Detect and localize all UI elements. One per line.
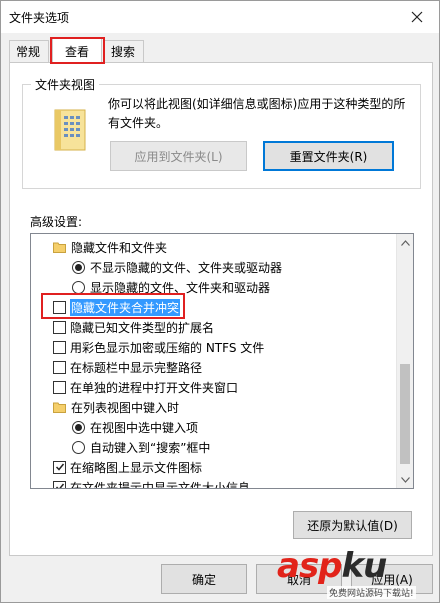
tree-item-label: 显示隐藏的文件、文件夹和驱动器: [90, 280, 271, 295]
radio-type-into-search[interactable]: 自动键入到“搜索”框中: [31, 437, 397, 457]
tab-view[interactable]: 查看: [52, 38, 102, 63]
apply-to-folders-button[interactable]: 应用到文件夹(L): [110, 141, 247, 171]
chevron-down-icon: [401, 476, 410, 483]
radio-button[interactable]: [72, 280, 85, 294]
radio-select-typed-item[interactable]: 在视图中选中键入项: [31, 417, 397, 437]
scrollbar-thumb[interactable]: [400, 364, 410, 464]
advanced-settings-list[interactable]: 隐藏文件和文件夹 不显示隐藏的文件、文件夹或驱动器 显示隐藏的文件、文件夹和驱动…: [30, 233, 414, 489]
tree-item-label: 在标题栏中显示完整路径: [70, 360, 203, 375]
checkbox-hide-folder-merge-conflicts[interactable]: 隐藏文件夹合并冲突: [31, 297, 397, 317]
checkbox[interactable]: [53, 460, 66, 474]
tree-item-label-selected: 隐藏文件夹合并冲突: [70, 298, 181, 316]
reset-folders-button[interactable]: 重置文件夹(R): [263, 141, 394, 171]
folder-views-legend: 文件夹视图: [31, 76, 100, 93]
watermark-subtitle: 免费网站源码下载站!: [327, 586, 416, 599]
chevron-up-icon: [401, 239, 410, 246]
scroll-down-arrow[interactable]: [397, 471, 413, 488]
vertical-scrollbar[interactable]: [396, 234, 413, 488]
close-icon: [411, 11, 423, 23]
tree-item-label: 用彩色显示加密或压缩的 NTFS 文件: [70, 340, 265, 355]
folder-options-dialog: 文件夹选项 常规 查看 搜索 文件夹视图 你可以将此视图(如详细信息或图标)应用…: [0, 0, 440, 603]
checkbox-hide-extensions[interactable]: 隐藏已知文件类型的扩展名: [31, 317, 397, 337]
tab-general-label: 常规: [16, 45, 41, 59]
checkbox[interactable]: [53, 380, 66, 394]
tab-general[interactable]: 常规: [9, 40, 49, 62]
tree-item-label: 在视图中选中键入项: [90, 420, 199, 435]
checkbox[interactable]: [53, 320, 66, 334]
radio-button[interactable]: [72, 260, 85, 274]
tab-search[interactable]: 搜索: [104, 40, 144, 62]
checkbox[interactable]: [53, 360, 66, 374]
close-button[interactable]: [397, 3, 437, 31]
tree-folder-list-view-typing: 在列表视图中键入时: [31, 397, 397, 417]
tree-item-label: 自动键入到“搜索”框中: [90, 440, 211, 455]
radio-show-hidden[interactable]: 显示隐藏的文件、文件夹和驱动器: [31, 277, 397, 297]
tab-search-label: 搜索: [111, 45, 136, 59]
folder-icon: [53, 402, 66, 413]
tab-view-label: 查看: [64, 44, 89, 59]
checkmark-icon: [55, 463, 64, 471]
folder-views-description: 你可以将此视图(如详细信息或图标)应用于这种类型的所有文件夹。: [108, 97, 406, 130]
radio-button[interactable]: [72, 420, 85, 434]
checkbox-color-ntfs[interactable]: 用彩色显示加密或压缩的 NTFS 文件: [31, 337, 397, 357]
folder-view-icon: [54, 109, 86, 151]
tree-item-label: 不显示隐藏的文件、文件夹或驱动器: [90, 260, 283, 275]
title-bar: 文件夹选项: [1, 1, 439, 33]
tree-item-label: 在单独的进程中打开文件夹窗口: [70, 380, 239, 395]
radio-button[interactable]: [72, 440, 85, 454]
watermark-brand: aspku: [277, 546, 387, 586]
tree-item-label: 隐藏文件和文件夹: [71, 240, 168, 255]
checkbox-full-path-title[interactable]: 在标题栏中显示完整路径: [31, 357, 397, 377]
tree-item-label: 隐藏已知文件类型的扩展名: [70, 320, 215, 335]
folder-icon: [53, 242, 66, 253]
tree-item-label: 在缩略图上显示文件图标: [70, 460, 203, 475]
tree-item-label: 在文件夹提示中显示文件大小信息: [70, 480, 251, 489]
checkmark-icon: [55, 483, 64, 488]
checkbox[interactable]: [53, 340, 66, 354]
ok-button[interactable]: 确定: [161, 564, 247, 594]
restore-defaults-button[interactable]: 还原为默认值(D): [293, 511, 412, 539]
checkbox[interactable]: [53, 480, 66, 488]
scroll-up-arrow[interactable]: [397, 234, 413, 251]
radio-dot: [75, 263, 82, 271]
checkbox-folder-tips-size[interactable]: 在文件夹提示中显示文件大小信息: [31, 477, 397, 489]
tree-folder-hidden-files: 隐藏文件和文件夹: [31, 237, 397, 257]
checkbox[interactable]: [53, 300, 66, 314]
radio-dot: [75, 423, 82, 431]
advanced-settings-label: 高级设置:: [30, 215, 83, 229]
checkbox-separate-process[interactable]: 在单独的进程中打开文件夹窗口: [31, 377, 397, 397]
tree-item-label: 在列表视图中键入时: [71, 400, 180, 415]
window-title: 文件夹选项: [9, 11, 70, 25]
watermark-logo: aspku 免费网站源码下载站!: [277, 546, 439, 603]
checkbox-thumbnail-icons[interactable]: 在缩略图上显示文件图标: [31, 457, 397, 477]
radio-dont-show-hidden[interactable]: 不显示隐藏的文件、文件夹或驱动器: [31, 257, 397, 277]
